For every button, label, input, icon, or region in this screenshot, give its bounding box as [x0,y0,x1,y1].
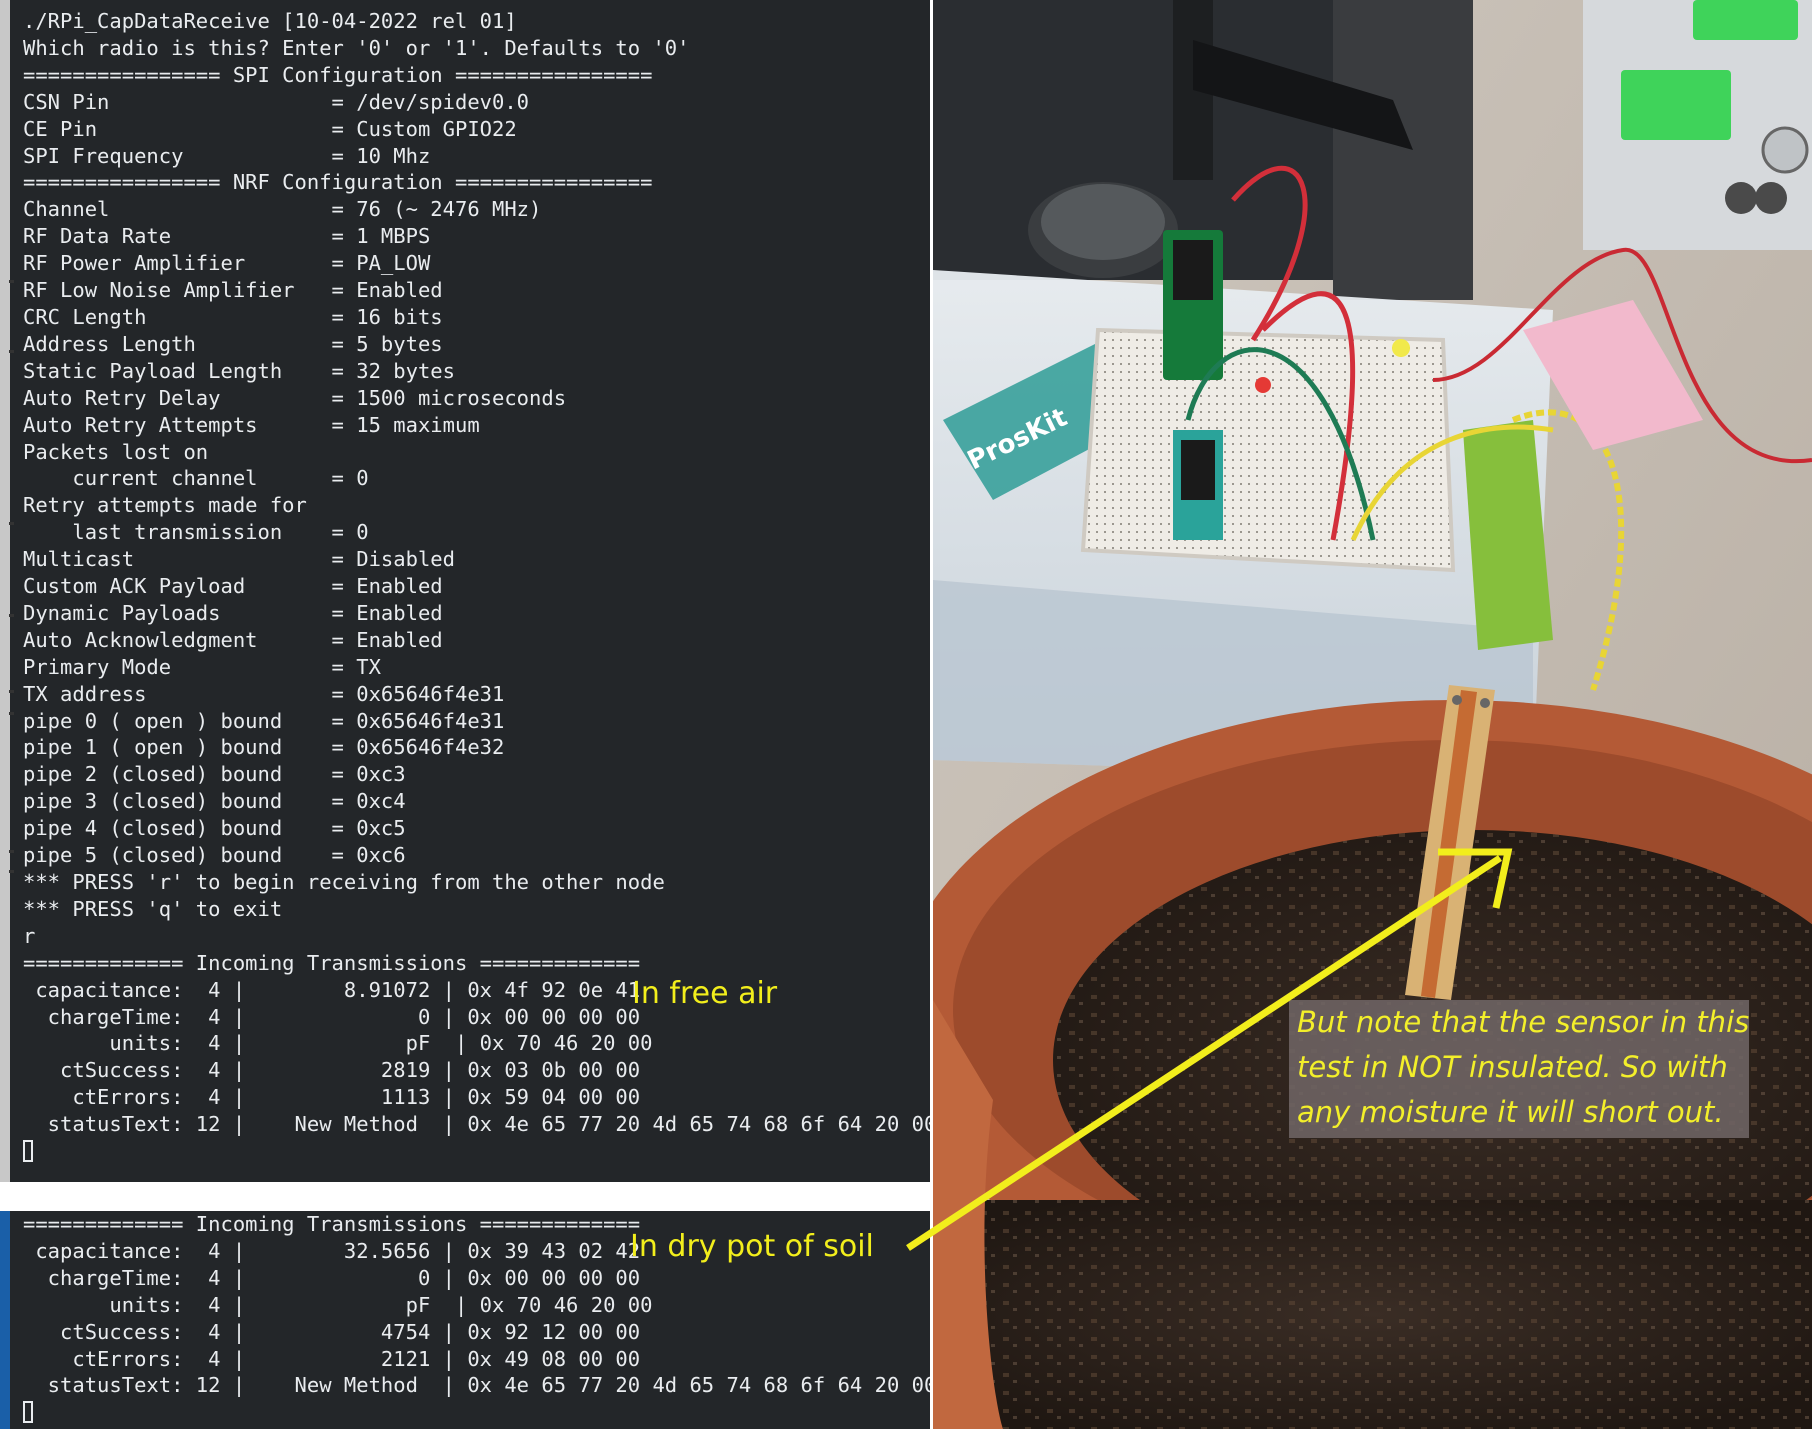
edge-tick [9,870,14,873]
edge-tick [9,280,14,283]
terminal-line: pipe 5 (closed) bound = 0xc6 [23,843,406,868]
terminal-line: chargeTime: 4 | 0 | 0x 00 00 00 00 [23,1265,641,1290]
edge-tick [9,522,14,525]
terminal-line: Auto Acknowledgment = Enabled [23,627,443,652]
terminal-line: ctSuccess: 4 | 4754 | 0x 92 12 00 00 [23,1319,641,1344]
terminal-line: Custom ACK Payload = Enabled [23,574,443,599]
terminal-line: ================ NRF Configuration =====… [23,170,653,195]
terminal-line: Retry attempts made for [23,493,307,518]
free-air-note: In free air [632,976,778,1011]
terminal-line: last transmission = 0 [23,520,369,545]
terminal-line: Channel = 76 (~ 2476 MHz) [23,197,542,222]
terminal-line: Dynamic Payloads = Enabled [23,600,443,625]
terminal-line: ctErrors: 4 | 2121 | 0x 49 08 00 00 [23,1346,641,1371]
terminal-line: pipe 3 (closed) bound = 0xc4 [23,789,406,814]
terminal-line: ./RPi_CapDataReceive [10-04-2022 rel 01] [23,9,517,33]
edge-tick [9,350,14,353]
terminal-line: Which radio is this? Enter '0' or '1'. D… [23,35,690,60]
terminal-line: ================ SPI Configuration =====… [23,62,653,87]
terminal-line: units: 4 | pF | 0x 70 46 20 00 [23,1292,653,1317]
terminal-line: r [23,923,36,948]
edge-tick [9,614,14,617]
dry-soil-note: In dry pot of soil [630,1229,874,1264]
terminal-line: *** PRESS 'r' to begin receiving from th… [23,870,665,894]
photo-illustration: ProsKit [933,0,1812,1429]
edge-tick [9,690,14,693]
terminal-prompt[interactable] [23,1399,930,1426]
terminal-line: ctSuccess: 4 | 2819 | 0x 03 0b 00 00 [23,1058,641,1083]
terminal-line: Static Payload Length = 32 bytes [23,358,455,383]
terminal-window-top[interactable]: ./RPi_CapDataReceive [10-04-2022 rel 01]… [10,0,930,1182]
terminal-line: statusText: 12 | New Method | 0x 4e 65 7… [23,1373,930,1398]
terminal-line: CRC Length = 16 bits [23,304,443,329]
terminal-line: pipe 0 ( open ) bound = 0x65646f4e31 [23,708,505,733]
cursor-icon [23,1140,33,1163]
terminal-line: *** PRESS 'q' to exit [23,896,283,921]
terminal-line: RF Data Rate = 1 MBPS [23,224,431,249]
cursor-icon [23,1401,33,1424]
terminal-line: ============= Incoming Transmissions ===… [23,950,641,975]
edge-tick [9,712,14,715]
terminal-line: Primary Mode = TX [23,654,381,679]
insulation-warning-callout: But note that the sensor in this test in… [1289,1000,1749,1138]
terminal-line: capacitance: 4 | 8.91072 | 0x 4f 92 0e 4… [23,977,641,1002]
terminal-line: Auto Retry Attempts = 15 maximum [23,412,480,437]
terminal-line: current channel = 0 [23,466,369,491]
terminal-line: RF Power Amplifier = PA_LOW [23,251,431,276]
terminal-line: Address Length = 5 bytes [23,331,443,356]
terminal-line: SPI Frequency = 10 Mhz [23,143,431,168]
terminal-line: Auto Retry Delay = 1500 microseconds [23,385,567,410]
terminal-line: TX address = 0x65646f4e31 [23,681,505,706]
terminal-line: Packets lost on [23,439,209,464]
terminal-line: pipe 2 (closed) bound = 0xc3 [23,762,406,787]
terminal-line: statusText: 12 | New Method | 0x 4e 65 7… [23,1112,930,1137]
terminal-line: pipe 1 ( open ) bound = 0x65646f4e32 [23,735,505,760]
terminal-line: pipe 4 (closed) bound = 0xc5 [23,816,406,841]
terminal-line: ctErrors: 4 | 1113 | 0x 59 04 00 00 [23,1085,641,1110]
terminal-line: CSN Pin = /dev/spidev0.0 [23,89,530,114]
terminal-line: CE Pin = Custom GPIO22 [23,116,517,141]
terminal-output: ./RPi_CapDataReceive [10-04-2022 rel 01]… [23,8,930,1165]
terminal-prompt[interactable] [23,1138,930,1165]
terminal-line: chargeTime: 4 | 0 | 0x 00 00 00 00 [23,1004,641,1029]
sensor-photo: ProsKit [933,0,1812,1429]
terminal-line: RF Low Noise Amplifier = Enabled [23,278,443,303]
edge-tick [9,850,14,853]
terminal-line: units: 4 | pF | 0x 70 46 20 00 [23,1031,653,1056]
terminal-line: Multicast = Disabled [23,547,455,572]
